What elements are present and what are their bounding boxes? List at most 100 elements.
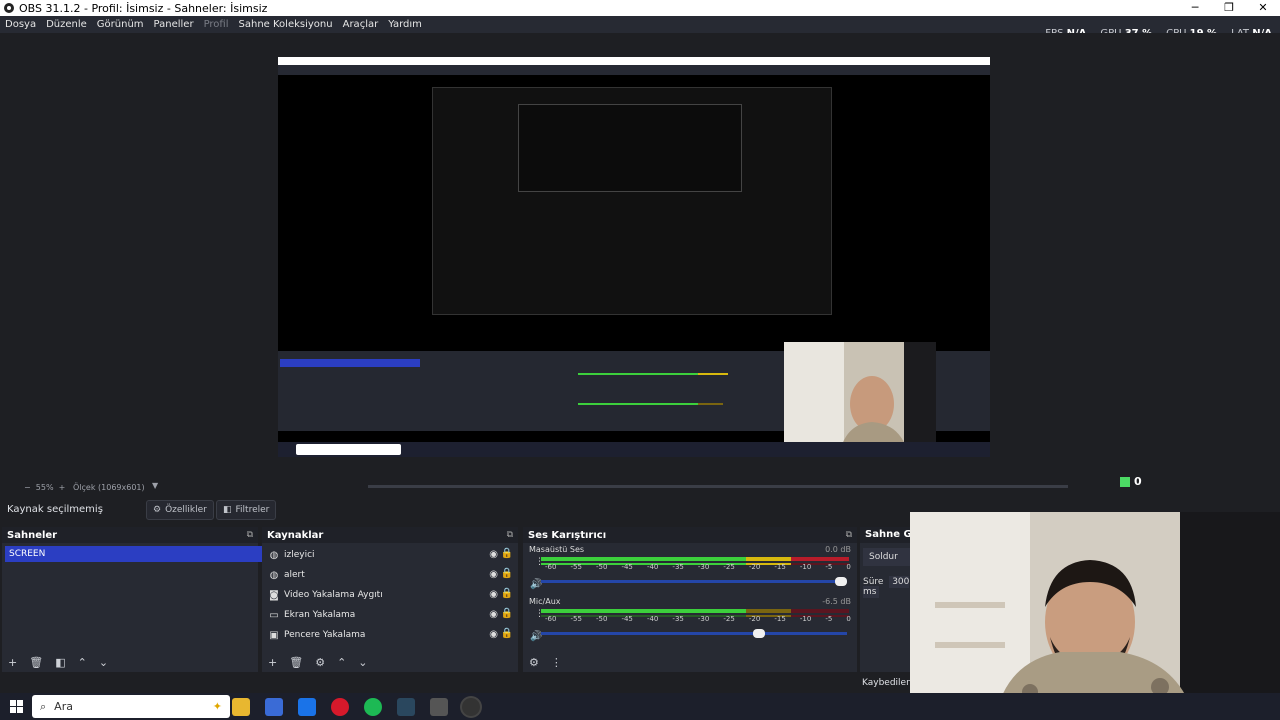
trash-icon[interactable]: 🗑 bbox=[289, 656, 303, 669]
search-placeholder: Ara bbox=[54, 700, 73, 713]
source-item[interactable]: ◙ Video Yakalama Aygıtı ◉ 🔒 bbox=[262, 585, 518, 605]
volume-slider[interactable] bbox=[541, 577, 847, 586]
meter-tick-label: 0 bbox=[846, 563, 851, 571]
lock-icon[interactable]: 🔒 bbox=[501, 568, 513, 579]
filters-label: Filtreler bbox=[235, 505, 270, 515]
move-down-icon[interactable]: ⌄ bbox=[99, 656, 108, 669]
source-item[interactable]: ◍ izleyici ◉ 🔒 bbox=[262, 545, 518, 565]
meter-tick-label: -50 bbox=[595, 615, 608, 623]
lock-icon[interactable]: 🔒 bbox=[501, 548, 513, 559]
volume-slider[interactable] bbox=[541, 629, 847, 638]
meter-tick-label: -5 bbox=[825, 615, 833, 623]
filter-icon: ◧ bbox=[223, 505, 232, 515]
minimize-icon[interactable]: ─ bbox=[1178, 0, 1212, 16]
menu-help[interactable]: Yardım bbox=[383, 19, 427, 30]
menu-profile[interactable]: Profil bbox=[199, 19, 234, 30]
source-item[interactable]: ▣ Pencere Yakalama ◉ 🔒 bbox=[262, 625, 518, 645]
meter-tick-label: -45 bbox=[621, 615, 633, 623]
preview-canvas[interactable] bbox=[278, 57, 990, 457]
add-icon[interactable]: + bbox=[268, 656, 277, 669]
monitor-icon: ▭ bbox=[269, 609, 279, 621]
channel-name: Mic/Aux bbox=[529, 597, 561, 606]
eye-icon[interactable]: ◉ bbox=[489, 549, 498, 560]
menu-tools[interactable]: Araçlar bbox=[338, 19, 384, 30]
scenes-title: Sahneler bbox=[7, 529, 58, 541]
source-item[interactable]: ▭ Ekran Yakalama ◉ 🔒 bbox=[262, 605, 518, 625]
taskbar-search[interactable]: ⌕ Ara ✦ bbox=[32, 695, 230, 718]
move-down-icon[interactable]: ⌄ bbox=[358, 656, 367, 669]
zoom-out-icon[interactable]: − bbox=[24, 483, 31, 492]
filter-icon[interactable]: ◧ bbox=[55, 656, 65, 669]
menu-docks[interactable]: Paneller bbox=[149, 19, 199, 30]
nested-webcam bbox=[784, 342, 936, 457]
meter-ticks: -60 -55 -50 -45 -40 -35 -30 -25 -20 -15 -10 -5 0 bbox=[545, 615, 851, 623]
mixer-menu-icon[interactable]: ⋮ bbox=[551, 656, 562, 669]
window-title: OBS 31.1.2 - Profil: İsimsiz - Sahneler:… bbox=[19, 1, 268, 15]
capcut-icon[interactable] bbox=[430, 698, 448, 716]
obs-logo-icon bbox=[4, 3, 14, 13]
scene-item-screen[interactable]: SCREEN bbox=[5, 546, 262, 562]
file-explorer-icon[interactable] bbox=[232, 698, 250, 716]
meter-tick-label: -20 bbox=[748, 563, 761, 571]
close-icon[interactable]: ✕ bbox=[1246, 0, 1280, 16]
lock-icon[interactable]: 🔒 bbox=[501, 608, 513, 619]
gear-icon[interactable]: ⚙ bbox=[315, 656, 325, 669]
channel-db: -6.5 dB bbox=[822, 597, 851, 606]
preview-scrollbar[interactable] bbox=[368, 485, 1068, 488]
zoom-percent: 55% bbox=[35, 483, 54, 492]
add-icon[interactable]: + bbox=[8, 656, 17, 669]
meter-tick-label: -30 bbox=[697, 563, 710, 571]
transitions-dock: Sahne Geçişleri Soldur Süre 300 ms bbox=[860, 527, 929, 672]
meter-tick-label: -35 bbox=[672, 615, 684, 623]
scale-dropdown-icon[interactable]: ▼ bbox=[152, 481, 158, 490]
channel-name: Masaüstü Ses bbox=[529, 545, 585, 554]
menu-view[interactable]: Görünüm bbox=[92, 19, 149, 30]
menu-scene-collection[interactable]: Sahne Koleksiyonu bbox=[234, 19, 338, 30]
properties-button[interactable]: ⚙ Özellikler bbox=[146, 500, 214, 520]
meter-tick-label: -45 bbox=[621, 563, 633, 571]
meter-tick-label: -5 bbox=[825, 563, 833, 571]
move-up-icon[interactable]: ⌃ bbox=[337, 656, 346, 669]
opera-icon[interactable] bbox=[331, 698, 349, 716]
meter-tick-label: -25 bbox=[723, 563, 735, 571]
source-label: izleyici bbox=[284, 550, 315, 560]
obs-taskbar-icon[interactable] bbox=[462, 698, 480, 716]
lock-icon[interactable]: 🔒 bbox=[501, 628, 513, 639]
zoom-in-icon[interactable]: + bbox=[59, 483, 66, 492]
eye-icon[interactable]: ◉ bbox=[489, 609, 498, 620]
taskbar: ⌕ Ara ✦ bbox=[0, 693, 1280, 720]
mixer-settings-icon[interactable]: ⚙ bbox=[529, 656, 539, 669]
lock-icon[interactable]: 🔒 bbox=[501, 588, 513, 599]
spotify-icon[interactable] bbox=[364, 698, 382, 716]
properties-label: Özellikler bbox=[165, 505, 207, 515]
windows-start-icon[interactable] bbox=[10, 700, 23, 713]
search-icon: ⌕ bbox=[40, 699, 47, 713]
filters-button[interactable]: ◧ Filtreler bbox=[216, 500, 277, 520]
steam-icon[interactable] bbox=[397, 698, 415, 716]
channel-db: 0.0 dB bbox=[825, 545, 851, 554]
trash-icon[interactable]: 🗑 bbox=[29, 656, 43, 669]
undock-icon[interactable]: ⧉ bbox=[507, 530, 513, 540]
menu-file[interactable]: Dosya bbox=[0, 19, 41, 30]
kick-icon bbox=[1120, 476, 1130, 487]
mixer-channel-mic: Mic/Aux -6.5 dB ⋮ -60 -55 -50 -45 -40 -35 -30-… bbox=[523, 597, 857, 649]
eye-icon[interactable]: ◉ bbox=[489, 629, 498, 640]
undock-icon[interactable]: ⧉ bbox=[846, 530, 852, 540]
slider-knob[interactable] bbox=[752, 629, 765, 638]
nested-titlebar bbox=[278, 57, 990, 65]
slider-knob[interactable] bbox=[835, 577, 847, 586]
maximize-icon[interactable]: ❐ bbox=[1212, 0, 1246, 16]
eye-icon[interactable]: ◉ bbox=[489, 589, 498, 600]
store-icon[interactable] bbox=[265, 698, 283, 716]
scenes-dock: Sahneler ⧉ SCREEN + 🗑 ◧ ⌃ ⌄ bbox=[2, 527, 262, 672]
undock-icon[interactable]: ⧉ bbox=[247, 530, 253, 540]
menu-edit[interactable]: Düzenle bbox=[41, 19, 92, 30]
outlook-icon[interactable] bbox=[298, 698, 316, 716]
camera-icon: ◙ bbox=[269, 589, 279, 601]
move-up-icon[interactable]: ⌃ bbox=[78, 656, 87, 669]
source-item[interactable]: ◍ alert ◉ 🔒 bbox=[262, 565, 518, 585]
source-label: Ekran Yakalama bbox=[284, 610, 356, 620]
meter-tick-label: -20 bbox=[748, 615, 761, 623]
eye-icon[interactable]: ◉ bbox=[489, 569, 498, 580]
meter-tick-label: -10 bbox=[799, 615, 812, 623]
